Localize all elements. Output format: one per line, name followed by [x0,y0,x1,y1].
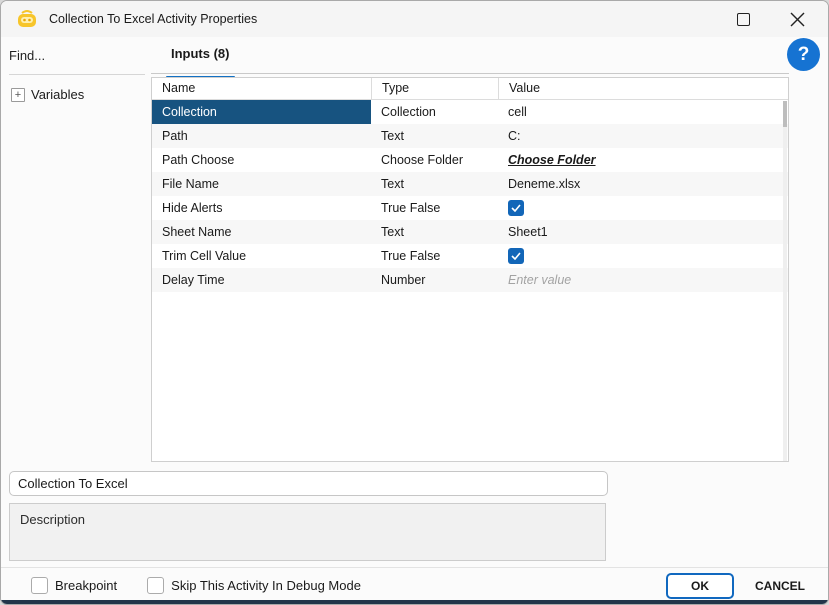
activity-name-input[interactable] [9,471,608,496]
row-type-cell: Number [381,273,426,287]
footer-bar: Breakpoint Skip This Activity In Debug M… [1,567,828,602]
breakpoint-checkbox[interactable] [31,576,48,594]
row-name-cell[interactable]: Trim Cell Value [152,244,371,268]
table-header: Name Type Value [152,78,788,100]
row-name-cell[interactable]: Collection [152,100,371,124]
activity-properties-dialog: Collection To Excel Activity Properties … [0,0,829,605]
tab-inputs-label: Inputs (8) [171,46,230,61]
value-input-placeholder[interactable]: Enter value [508,273,571,287]
row-value-cell[interactable]: Sheet1 [498,220,788,244]
maximize-button[interactable] [720,1,766,37]
find-input[interactable] [9,48,145,63]
row-value-cell[interactable]: cell [498,100,788,124]
row-type-cell: True False [381,201,441,215]
help-button[interactable]: ? [787,38,820,71]
description-textarea[interactable] [9,503,606,561]
table-row-delay-time[interactable]: Delay Time Number Enter value [152,268,788,292]
row-type-cell: Choose Folder [381,153,463,167]
column-header-name: Name [162,81,196,95]
row-value-cell[interactable]: Deneme.xlsx [498,172,788,196]
breakpoint-label: Breakpoint [55,577,118,593]
column-header-value: Value [498,78,788,99]
close-icon [790,12,804,26]
table-row-path[interactable]: Path Text C: [152,124,788,148]
tree-item-label: Variables [31,87,85,102]
checkbox-checked-icon[interactable] [508,200,524,216]
checkbox-checked-icon[interactable] [508,248,524,264]
cancel-button[interactable]: CANCEL [749,573,811,599]
titlebar: Collection To Excel Activity Properties [1,1,828,37]
row-name-cell[interactable]: File Name [152,172,371,196]
maximize-icon [736,12,750,26]
breakpoint-checkbox-group[interactable]: Breakpoint [31,576,118,594]
row-value-cell[interactable]: C: [498,124,788,148]
question-mark-icon: ? [797,43,810,65]
row-type-cell: Collection [381,105,436,119]
row-type-cell: Text [381,177,404,191]
row-name-cell[interactable]: Delay Time [152,268,371,292]
row-name-cell[interactable]: Sheet Name [152,220,371,244]
table-row-path-choose[interactable]: Path Choose Choose Folder Choose Folder [152,148,788,172]
table-row-file-name[interactable]: File Name Text Deneme.xlsx [152,172,788,196]
skip-debug-label: Skip This Activity In Debug Mode [171,577,361,593]
tree-expand-icon[interactable]: + [11,87,25,102]
row-name-cell[interactable]: Path Choose [152,148,371,172]
sidebar: + Variables [1,37,151,462]
row-name-cell[interactable]: Hide Alerts [152,196,371,220]
table-row-trim-cell-value[interactable]: Trim Cell Value True False [152,244,788,268]
skip-debug-checkbox[interactable] [147,576,165,594]
robot-app-icon [18,10,36,27]
tab-strip: Inputs (8) [151,37,789,80]
skip-debug-checkbox-group[interactable]: Skip This Activity In Debug Mode [147,576,361,594]
tab-inputs[interactable]: Inputs (8) [166,45,235,80]
row-type-cell: True False [381,249,441,263]
ok-button[interactable]: OK [666,573,734,599]
inputs-table: Name Type Value Collection Collection ce… [151,77,789,462]
choose-folder-link[interactable]: Choose Folder [508,153,596,167]
row-type-cell: Text [381,225,404,239]
table-scrollbar[interactable] [783,101,787,461]
table-row-hide-alerts[interactable]: Hide Alerts True False [152,196,788,220]
row-name-cell[interactable]: Path [152,124,371,148]
table-row-collection[interactable]: Collection Collection cell [152,100,788,124]
row-type-cell: Text [381,129,404,143]
find-field-wrap [9,47,145,75]
close-button[interactable] [774,1,820,37]
window-title: Collection To Excel Activity Properties [49,12,258,26]
column-header-type: Type [371,78,498,99]
sidebar-item-variables[interactable]: + Variables [11,87,151,102]
table-row-sheet-name[interactable]: Sheet Name Text Sheet1 [152,220,788,244]
scrollbar-thumb[interactable] [783,101,787,127]
